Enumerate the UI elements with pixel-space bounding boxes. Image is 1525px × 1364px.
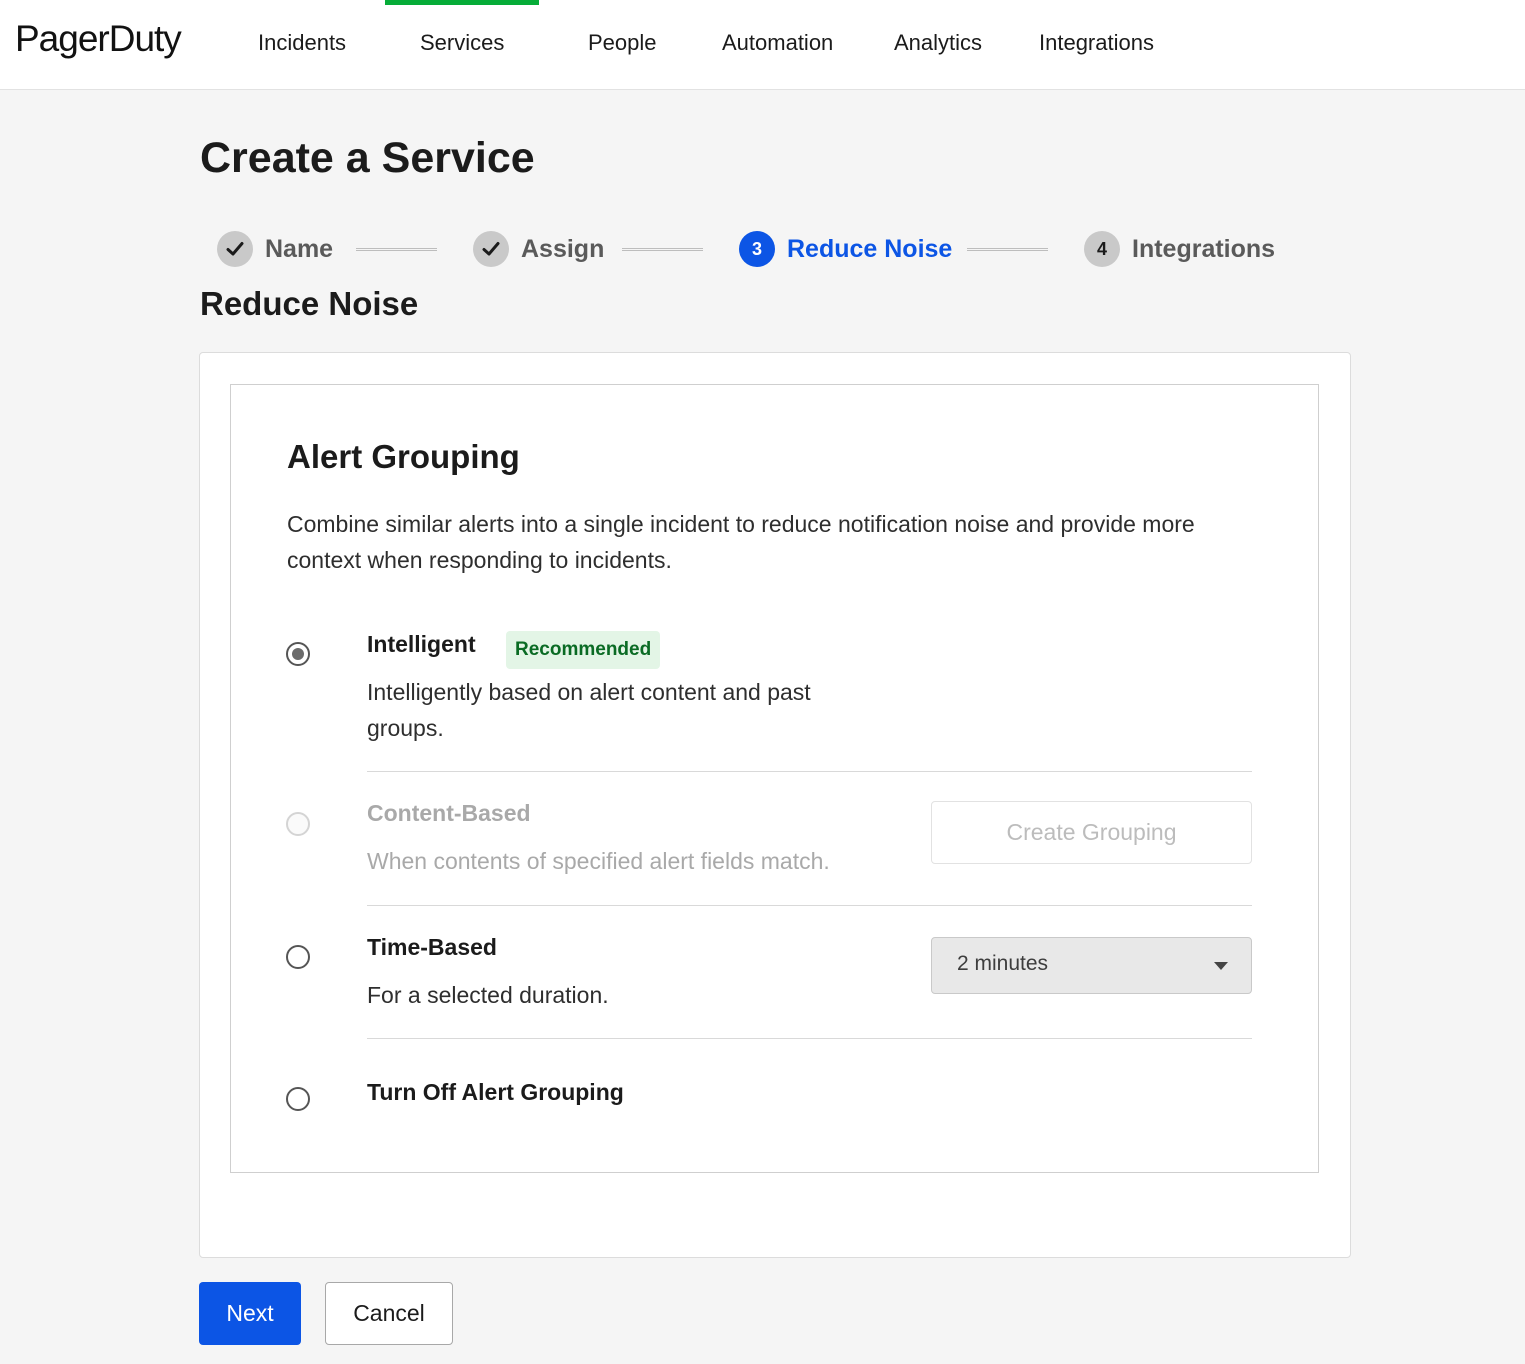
nav-item-incidents[interactable]: Incidents (258, 28, 346, 58)
check-icon (473, 231, 509, 267)
nav-item-automation[interactable]: Automation (722, 28, 833, 58)
content-based-radio[interactable] (286, 812, 310, 836)
alert-grouping-description: Combine similar alerts into a single inc… (287, 511, 1195, 573)
intelligent-option-description: Intelligently based on alert content and… (367, 679, 811, 741)
step-integrations: 4 Integrations (1084, 231, 1275, 267)
option-divider (367, 1038, 1252, 1039)
create-grouping-button[interactable]: Create Grouping (931, 801, 1252, 864)
content-based-option-description: When contents of specified alert fields … (367, 848, 830, 874)
alert-grouping-title: Alert Grouping (287, 438, 520, 475)
time-based-radio[interactable] (286, 945, 310, 969)
top-navigation-bar: PagerDuty Incidents Services People Auto… (0, 0, 1525, 90)
step-connector (967, 248, 1048, 251)
duration-select-value: 2 minutes (957, 952, 1049, 975)
nav-item-analytics[interactable]: Analytics (894, 28, 982, 58)
step-reduce-noise: 3 Reduce Noise (739, 231, 952, 267)
next-button[interactable]: Next (199, 1282, 301, 1345)
pagerduty-logo[interactable]: PagerDuty (15, 18, 182, 60)
alert-grouping-panel (230, 384, 1319, 1173)
time-based-option-title: Time-Based (367, 934, 497, 960)
chevron-down-icon (1214, 962, 1228, 970)
section-title: Reduce Noise (200, 285, 419, 322)
option-divider (367, 771, 1252, 772)
step-label: Integrations (1132, 234, 1276, 263)
option-divider (367, 905, 1252, 906)
step-connector (356, 248, 437, 251)
nav-item-people[interactable]: People (588, 28, 657, 58)
step-name: Name (217, 231, 333, 267)
step-label: Reduce Noise (787, 234, 953, 263)
turn-off-grouping-radio[interactable] (286, 1087, 310, 1111)
intelligent-radio[interactable] (286, 642, 310, 666)
nav-item-integrations[interactable]: Integrations (1039, 28, 1154, 58)
step-number: 3 (739, 231, 775, 267)
recommended-badge: Recommended (506, 631, 661, 669)
cancel-button[interactable]: Cancel (325, 1282, 453, 1345)
turn-off-grouping-option-title: Turn Off Alert Grouping (367, 1079, 624, 1105)
intelligent-option-title: Intelligent (367, 631, 476, 657)
duration-select[interactable]: 2 minutes (931, 937, 1252, 994)
step-connector (622, 248, 703, 251)
step-label: Assign (521, 234, 605, 263)
page-title: Create a Service (200, 134, 535, 182)
content-based-option-title: Content-Based (367, 800, 531, 826)
step-label: Name (265, 234, 334, 263)
step-assign: Assign (473, 231, 604, 267)
time-based-option-description: For a selected duration. (367, 982, 609, 1008)
step-number: 4 (1084, 231, 1120, 267)
check-icon (217, 231, 253, 267)
nav-item-services[interactable]: Services (384, 0, 540, 58)
